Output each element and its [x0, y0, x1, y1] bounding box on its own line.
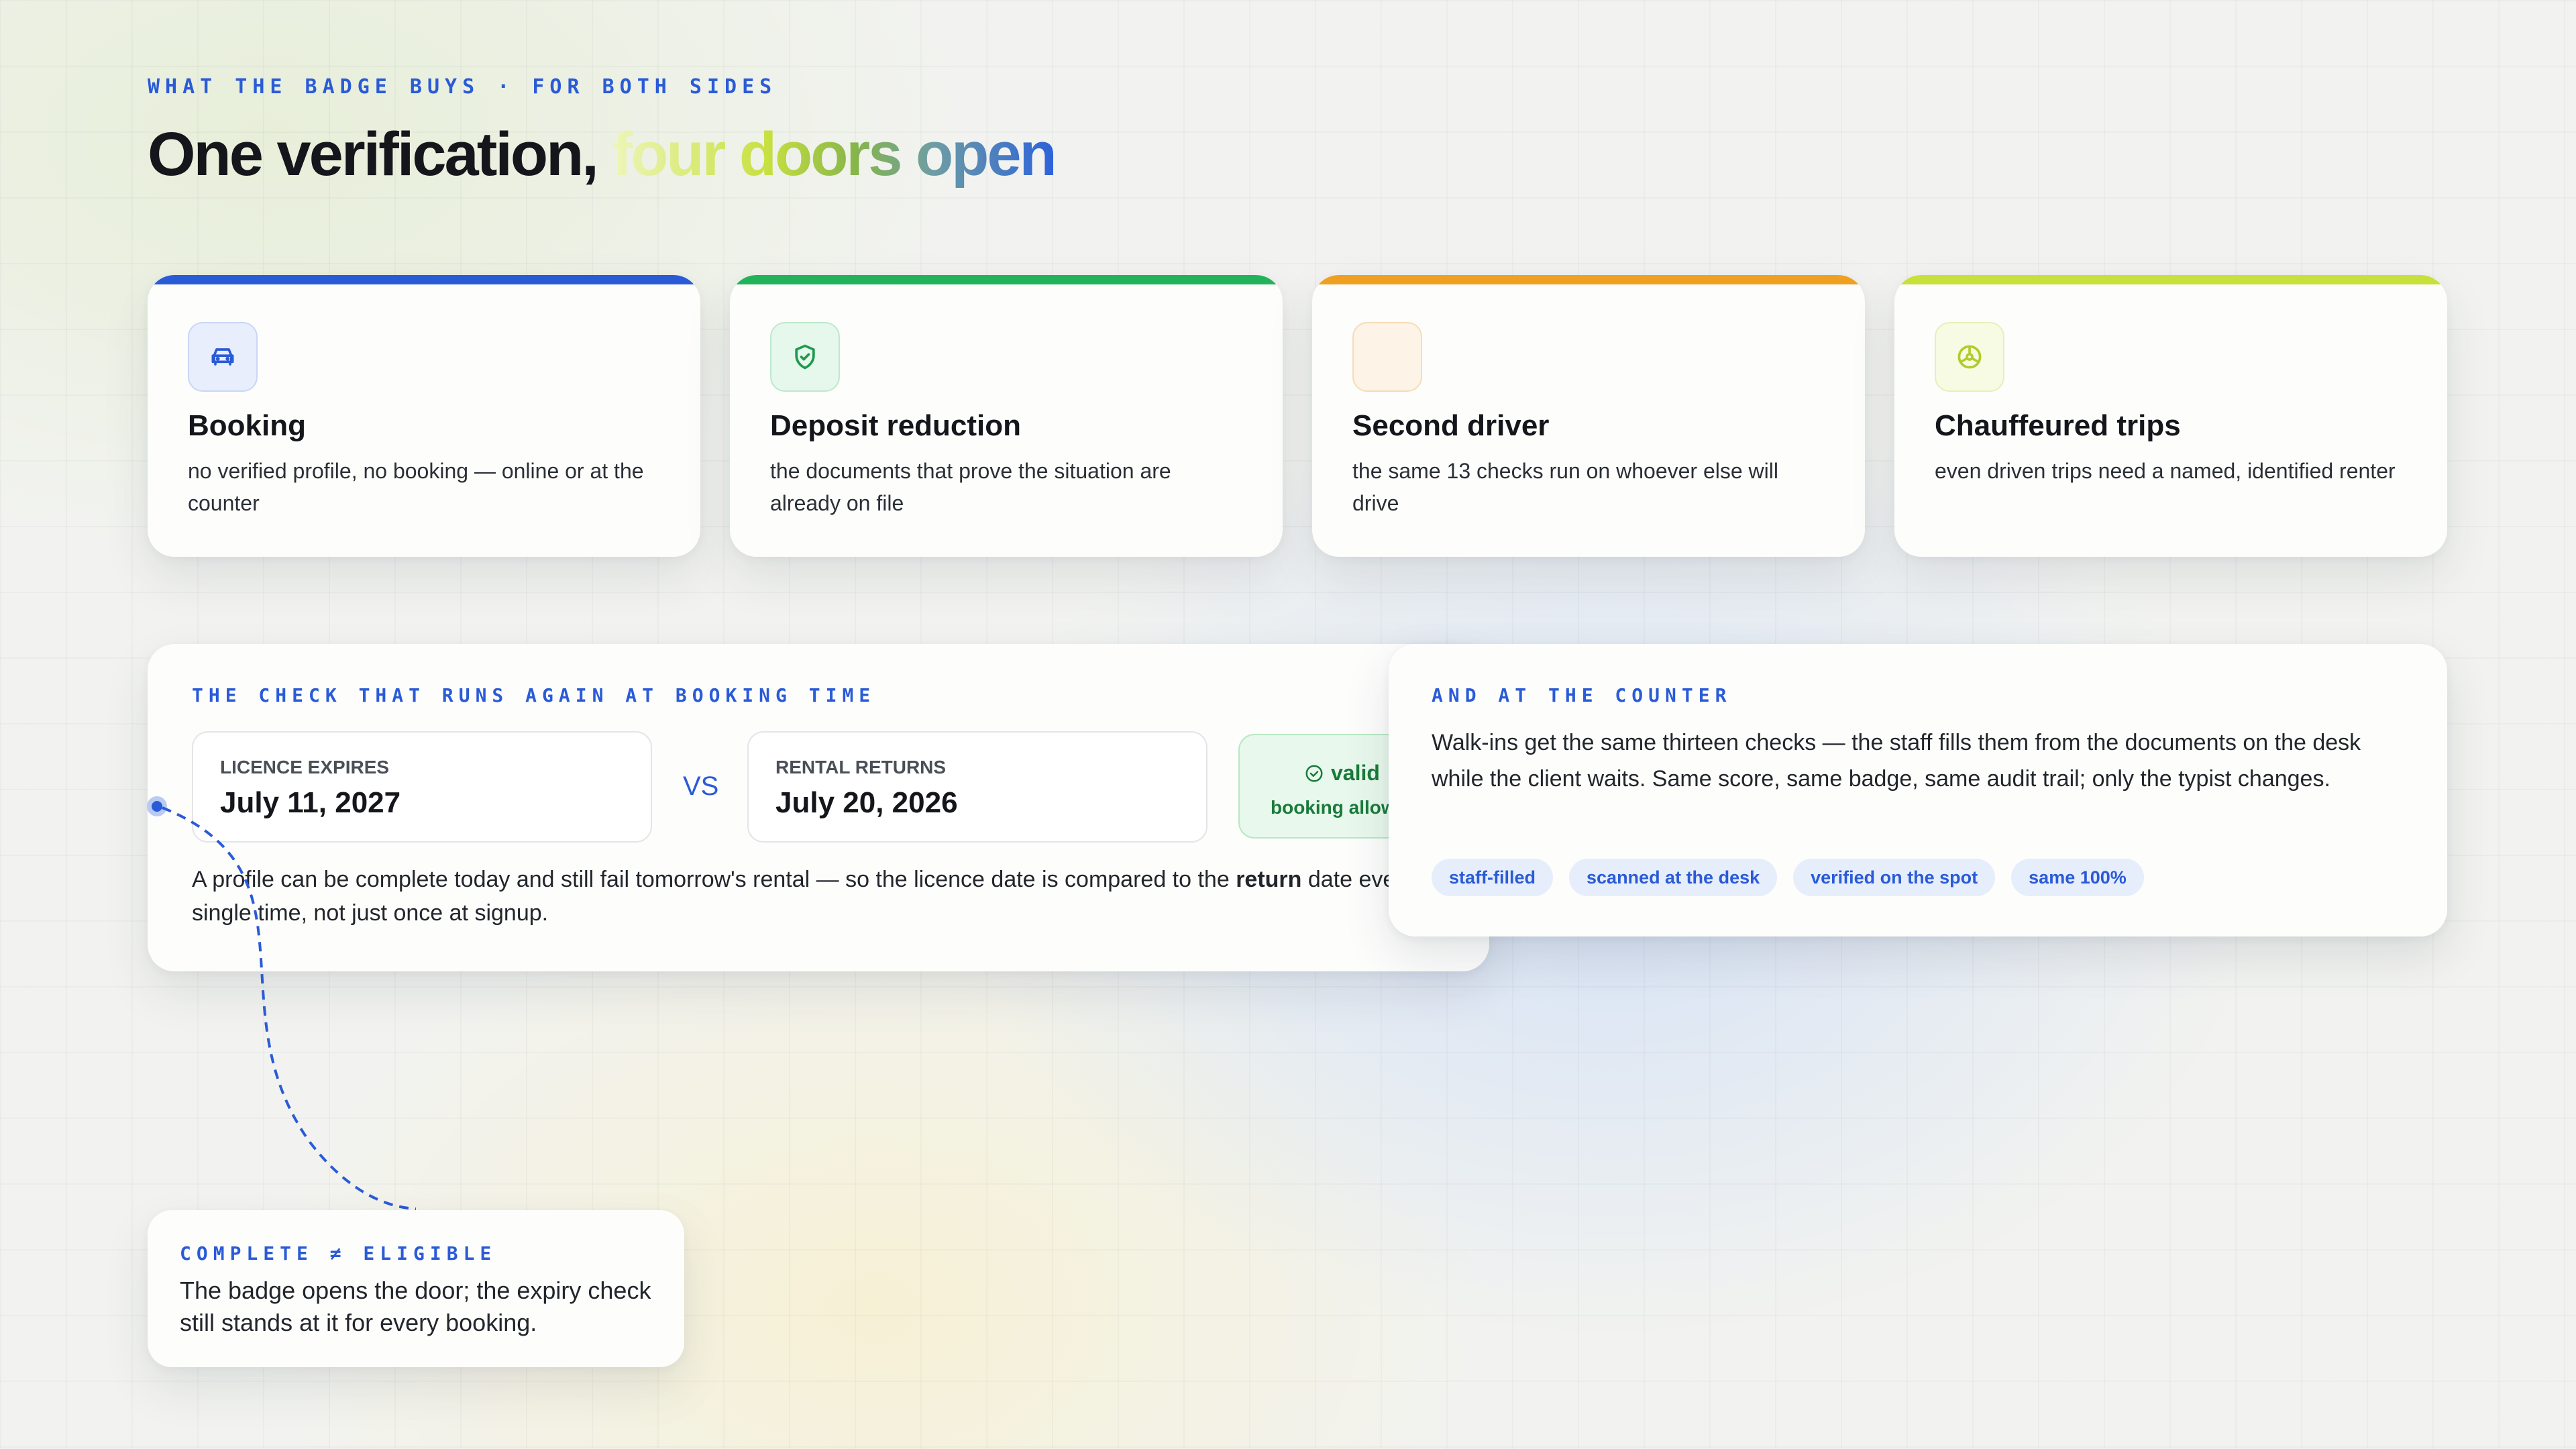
- validity-status-text: valid: [1331, 761, 1380, 785]
- versus-label: VS: [683, 771, 719, 801]
- shield-check-icon: [770, 322, 840, 392]
- counter-label: AND AT THE COUNTER: [1432, 684, 1732, 706]
- counter-tags: staff-filled scanned at the desk verifie…: [1432, 859, 2144, 896]
- note-label: COMPLETE ≠ ELIGIBLE: [180, 1242, 497, 1265]
- note-card: COMPLETE ≠ ELIGIBLE The badge opens the …: [148, 1210, 684, 1367]
- title-main: One verification,: [148, 120, 612, 189]
- card-title: Second driver: [1352, 409, 1550, 442]
- rental-return-date: July 20, 2026: [775, 786, 958, 819]
- licence-expiry-box: LICENCE EXPIRES July 11, 2027: [192, 731, 652, 843]
- page-title: One verification, four doors open: [148, 119, 1057, 190]
- car-icon: [188, 322, 258, 392]
- card-title: Chauffeured trips: [1935, 409, 2181, 442]
- blank-icon: [1352, 322, 1422, 392]
- card-accent-bar: [730, 275, 1283, 284]
- card-accent-bar: [1312, 275, 1865, 284]
- rental-return-box: RENTAL RETURNS July 20, 2026: [747, 731, 1208, 843]
- card-chauffeured-trips: Chauffeured trips even driven trips need…: [1894, 275, 2447, 557]
- booking-check-label: THE CHECK THAT RUNS AGAIN AT BOOKING TIM…: [192, 684, 876, 706]
- card-description: no verified profile, no booking — online…: [188, 459, 644, 515]
- card-booking: Booking no verified profile, no booking …: [148, 275, 700, 557]
- card-title: Deposit reduction: [770, 409, 1022, 442]
- card-title: Booking: [188, 409, 306, 442]
- booking-check-body-start: A profile can be complete today and stil…: [192, 867, 1236, 892]
- licence-expiry-label: LICENCE EXPIRES: [220, 757, 390, 777]
- booking-check-panel: THE CHECK THAT RUNS AGAIN AT BOOKING TIM…: [148, 644, 1489, 971]
- tag-staff-filled: staff-filled: [1432, 859, 1554, 896]
- booking-check-body-emphasis: return: [1236, 867, 1302, 892]
- card-description: the same 13 checks run on whoever else w…: [1352, 459, 1778, 515]
- check-circle-icon: [1305, 765, 1323, 782]
- card-description: even driven trips need a named, identifi…: [1935, 459, 2396, 483]
- rental-return-label: RENTAL RETURNS: [775, 757, 947, 777]
- tag-scanned-at-desk: scanned at the desk: [1569, 859, 1778, 896]
- counter-panel: AND AT THE COUNTER Walk-ins get the same…: [1389, 644, 2447, 936]
- card-accent-bar: [1894, 275, 2447, 284]
- validity-status: valid: [1304, 761, 1380, 786]
- title-accent: four doors open: [612, 120, 1057, 189]
- tag-same-100: same 100%: [2011, 859, 2144, 896]
- card-description: the documents that prove the situation a…: [770, 459, 1171, 515]
- steering-wheel-icon: [1935, 322, 2004, 392]
- counter-body: Walk-ins get the same thirteen checks — …: [1432, 730, 2361, 792]
- note-body: The badge opens the door; the expiry che…: [180, 1277, 651, 1336]
- card-deposit-reduction: Deposit reduction the documents that pro…: [730, 275, 1283, 557]
- tag-verified-on-spot: verified on the spot: [1793, 859, 1996, 896]
- eyebrow-label: WHAT THE BADGE BUYS · FOR BOTH SIDES: [148, 75, 777, 99]
- card-accent-bar: [148, 275, 700, 284]
- card-second-driver: Second driver the same 13 checks run on …: [1312, 275, 1865, 557]
- licence-expiry-date: July 11, 2027: [220, 786, 401, 819]
- booking-check-body: A profile can be complete today and stil…: [192, 863, 1466, 930]
